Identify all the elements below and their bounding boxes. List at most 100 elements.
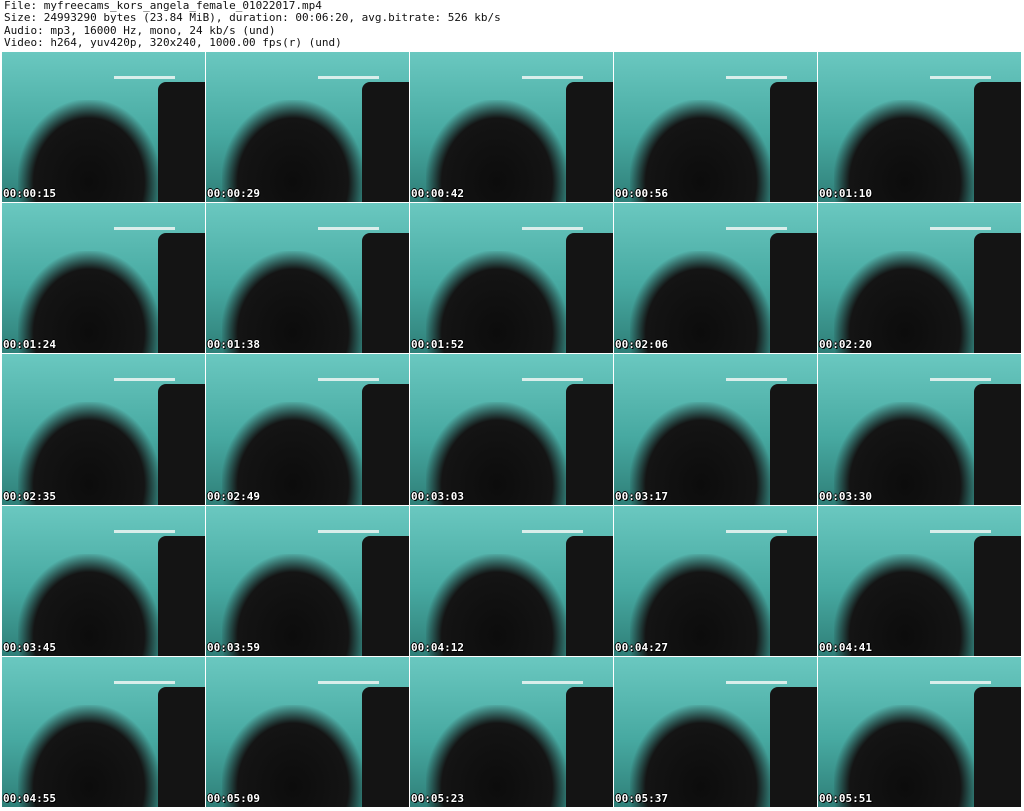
thumbnail-frame: 00:01:52 [410,203,614,355]
thumbnail-timestamp: 00:03:17 [615,489,668,503]
frame-shelf [521,76,583,80]
frame-chair [770,535,817,656]
thumbnail-timestamp: 00:03:30 [819,489,872,503]
frame-shelf [725,529,787,533]
thumbnail-frame: 00:04:55 [2,656,206,808]
frame-shelf [725,227,787,231]
thumbnail-frame: 00:05:51 [818,656,1022,808]
frame-chair [566,82,613,203]
thumbnail-frame: 00:04:41 [818,505,1022,657]
frame-shelf [113,680,175,684]
frame-chair [770,82,817,203]
thumbnail-timestamp: 00:05:51 [819,791,872,805]
frame-chair [158,384,205,505]
thumbnail-timestamp: 00:02:35 [3,489,56,503]
thumbnail-frame: 00:00:42 [410,52,614,204]
thumbnail-frame: 00:02:06 [614,203,818,355]
frame-shelf [113,227,175,231]
frame-chair [566,384,613,505]
frame-chair [770,384,817,505]
thumbnail-frame: 00:01:10 [818,52,1022,204]
thumbnail-timestamp: 00:00:15 [3,187,56,201]
frame-chair [158,535,205,656]
frame-chair [974,233,1021,354]
frame-chair [974,82,1021,203]
thumbnail-timestamp: 00:01:38 [207,338,260,352]
thumbnail-timestamp: 00:02:06 [615,338,668,352]
file-info-header: File: myfreecams_kors_angela_female_0102… [4,0,501,49]
thumbnail-frame: 00:00:29 [206,52,410,204]
frame-chair [566,686,613,807]
thumbnail-frame: 00:00:15 [2,52,206,204]
frame-shelf [113,76,175,80]
thumbnail-frame: 00:02:20 [818,203,1022,355]
frame-shelf [929,680,991,684]
thumbnail-timestamp: 00:01:24 [3,338,56,352]
thumbnail-timestamp: 00:05:09 [207,791,260,805]
frame-chair [770,233,817,354]
frame-shelf [317,529,379,533]
thumbnail-timestamp: 00:01:52 [411,338,464,352]
thumbnail-timestamp: 00:00:56 [615,187,668,201]
thumbnail-frame: 00:03:03 [410,354,614,506]
frame-chair [566,535,613,656]
frame-shelf [113,529,175,533]
frame-chair [158,686,205,807]
thumbnail-timestamp: 00:02:49 [207,489,260,503]
thumbnail-frame: 00:03:59 [206,505,410,657]
thumbnail-frame: 00:05:09 [206,656,410,808]
frame-shelf [521,529,583,533]
thumbnail-frame: 00:01:24 [2,203,206,355]
frame-shelf [317,680,379,684]
thumbnail-timestamp: 00:00:29 [207,187,260,201]
thumbnail-timestamp: 00:04:55 [3,791,56,805]
thumbnail-timestamp: 00:03:03 [411,489,464,503]
thumbnail-timestamp: 00:04:12 [411,640,464,654]
file-size-line: Size: 24993290 bytes (23.84 MiB), durati… [4,11,501,25]
thumbnail-frame: 00:03:45 [2,505,206,657]
frame-chair [158,82,205,203]
thumbnail-timestamp: 00:04:27 [615,640,668,654]
thumbnail-frame: 00:04:12 [410,505,614,657]
frame-chair [362,82,409,203]
thumbnail-frame: 00:02:35 [2,354,206,506]
frame-shelf [521,378,583,382]
thumbnail-frame: 00:04:27 [614,505,818,657]
thumbnail-timestamp: 00:03:59 [207,640,260,654]
thumbnail-timestamp: 00:03:45 [3,640,56,654]
thumbnail-timestamp: 00:02:20 [819,338,872,352]
thumbnail-frame: 00:05:23 [410,656,614,808]
frame-chair [974,384,1021,505]
frame-shelf [725,680,787,684]
frame-shelf [521,227,583,231]
thumbnail-grid: 00:00:15 00:00:29 00:00:42 00:00:56 00:01:10… [2,52,1022,808]
video-info-line: Video: h264, yuv420p, 320x240, 1000.00 f… [4,35,342,49]
thumbnail-timestamp: 00:01:10 [819,187,872,201]
thumbnail-timestamp: 00:04:41 [819,640,872,654]
frame-shelf [113,378,175,382]
frame-shelf [929,378,991,382]
thumbnail-frame: 00:03:30 [818,354,1022,506]
thumbnail-frame: 00:03:17 [614,354,818,506]
frame-shelf [929,76,991,80]
frame-shelf [521,680,583,684]
thumbnail-timestamp: 00:05:23 [411,791,464,805]
thumbnail-frame: 00:02:49 [206,354,410,506]
frame-chair [974,686,1021,807]
frame-chair [158,233,205,354]
frame-shelf [725,378,787,382]
thumbnail-frame: 00:01:38 [206,203,410,355]
frame-shelf [317,76,379,80]
frame-chair [362,535,409,656]
frame-shelf [725,76,787,80]
thumbnail-frame: 00:00:56 [614,52,818,204]
frame-shelf [317,227,379,231]
thumbnail-frame: 00:05:37 [614,656,818,808]
thumbnail-timestamp: 00:00:42 [411,187,464,201]
frame-chair [974,535,1021,656]
frame-chair [362,384,409,505]
frame-shelf [317,378,379,382]
frame-shelf [929,227,991,231]
frame-shelf [929,529,991,533]
thumbnail-timestamp: 00:05:37 [615,791,668,805]
